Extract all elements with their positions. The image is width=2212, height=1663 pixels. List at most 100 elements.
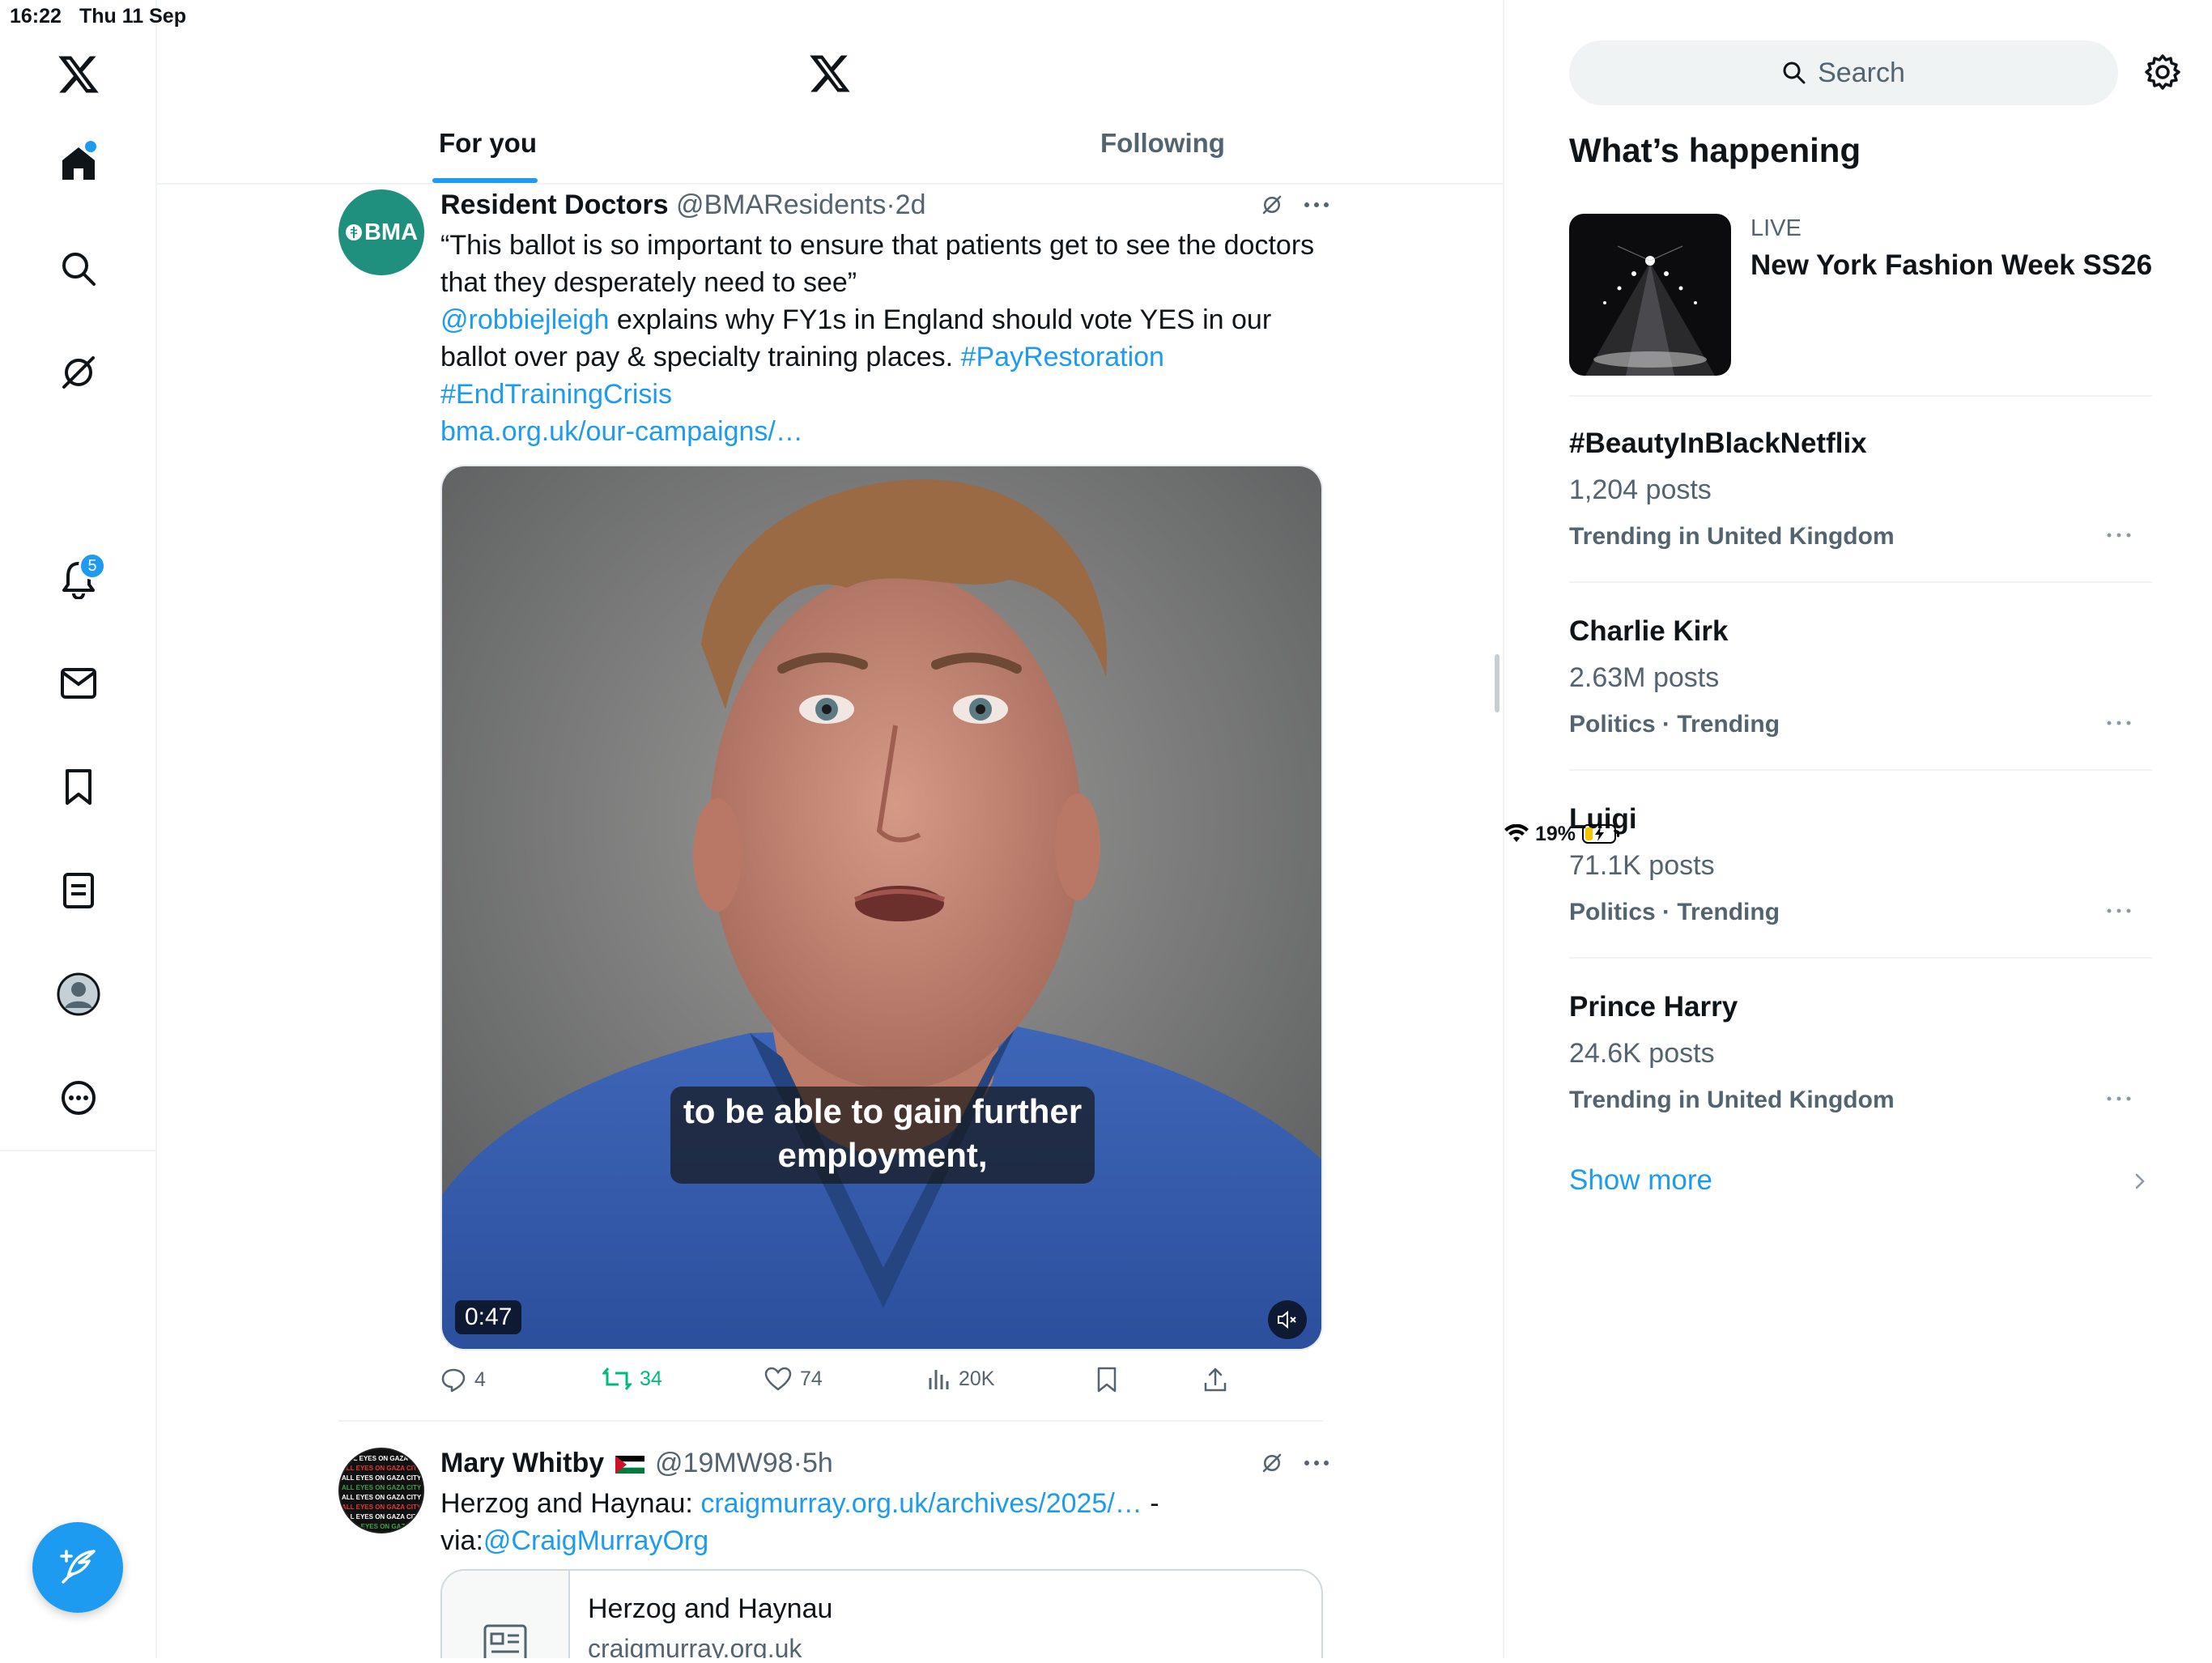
mention-link[interactable]: @robbiejleigh [440, 304, 609, 335]
split-view-handle[interactable] [1495, 654, 1499, 712]
repost-icon [602, 1367, 632, 1390]
tweet-time[interactable]: 2d [895, 189, 926, 220]
tweet-tools [1260, 193, 1329, 217]
video-duration: 0:47 [455, 1300, 522, 1334]
gaza-avatar-image: ALL EYES ON GAZA ALL EYES ON GAZA CITY A… [340, 1449, 423, 1532]
home-icon[interactable] [46, 131, 111, 196]
card-thumbnail [442, 1571, 570, 1658]
speaker-muted-icon [1278, 1310, 1296, 1329]
link-preview-card[interactable]: Herzog and Haynau craigmurray.org.uk [440, 1569, 1323, 1658]
messages-icon[interactable] [46, 651, 111, 716]
tweet-text: Herzog and Haynau: craigmurray.org.uk/ar… [440, 1485, 1315, 1559]
card-title: Herzog and Haynau [588, 1593, 833, 1624]
profile-avatar-icon[interactable] [46, 962, 111, 1027]
grok-icon[interactable] [46, 340, 111, 405]
share-button[interactable] [1203, 1367, 1227, 1393]
tweet-header: Resident Doctors @BMAResidents·2d [440, 189, 926, 221]
card-domain: craigmurray.org.uk [588, 1634, 802, 1658]
author-name[interactable]: Resident Doctors [440, 189, 669, 220]
views-button[interactable]: 20K [926, 1367, 994, 1391]
heart-icon [764, 1367, 792, 1391]
timeline: BMA Resident Doctors @BMAResidents·2d “T… [157, 0, 1504, 1658]
tweet-divider [338, 1420, 1323, 1422]
bookmarks-icon[interactable] [46, 755, 111, 819]
bma-logo-icon [345, 224, 362, 240]
like-button[interactable]: 74 [764, 1367, 823, 1391]
tab-for-you[interactable]: For you [439, 128, 537, 159]
svg-text:ALL EYES ON GAZA CITY: ALL EYES ON GAZA CITY [342, 1465, 422, 1472]
status-right: 19% [1504, 5, 2212, 1663]
svg-text:ALL EYES ON GAZA CITY: ALL EYES ON GAZA CITY [342, 1484, 422, 1491]
svg-text:ALL EYES ON GAZA CITY: ALL EYES ON GAZA CITY [342, 1513, 422, 1521]
grok-explain-icon[interactable] [1260, 1451, 1284, 1475]
bma-avatar-text: BMA [364, 219, 419, 245]
x-logo-icon[interactable] [46, 42, 111, 107]
compose-button[interactable] [32, 1522, 123, 1613]
tweet-tools [1260, 1451, 1329, 1475]
mute-button[interactable] [1268, 1300, 1307, 1339]
tweet-time[interactable]: 5h [802, 1448, 833, 1478]
status-bar: 16:22 Thu 11 Sep 19% [0, 0, 2212, 845]
grok-explain-icon[interactable] [1260, 193, 1284, 217]
svg-text:ALL EYES ON GAZA CITY: ALL EYES ON GAZA CITY [342, 1474, 422, 1482]
notifications-icon[interactable]: 5 [46, 547, 111, 612]
views-count: 20K [959, 1367, 995, 1390]
tweet-body: Herzog and Haynau: [440, 1488, 701, 1519]
tweet-actions: 4 34 74 20K [440, 1367, 1323, 1399]
svg-text:ALL EYES ON GAZA: ALL EYES ON GAZA [347, 1523, 410, 1530]
author-name[interactable]: Mary Whitby [440, 1448, 604, 1478]
mary-whitby-avatar[interactable]: ALL EYES ON GAZA ALL EYES ON GAZA CITY A… [338, 1448, 424, 1533]
compose-quill-icon [60, 1550, 96, 1584]
author-handle[interactable]: @BMAResidents [676, 189, 886, 220]
repost-button[interactable]: 34 [602, 1367, 662, 1391]
external-link[interactable]: bma.org.uk/our-campaigns/… [440, 416, 803, 447]
notifications-badge: 5 [79, 552, 106, 580]
bookmark-button[interactable] [1096, 1367, 1117, 1393]
video-frame-image [442, 466, 1321, 1349]
article-icon [483, 1624, 527, 1658]
search-icon[interactable] [46, 236, 111, 301]
status-date: Thu 11 Sep [79, 5, 186, 28]
tab-following[interactable]: Following [1100, 128, 1225, 159]
external-link[interactable]: craigmurray.org.uk/archives/2025/… [700, 1488, 1142, 1519]
mention-link[interactable]: @CraigMurrayOrg [483, 1525, 708, 1556]
hashtag-payrestoration[interactable]: #PayRestoration [961, 342, 1164, 372]
tweet-more-icon[interactable] [1304, 1460, 1329, 1466]
battery-percent: 19% [1535, 822, 1576, 845]
svg-text:ALL EYES ON GAZA: ALL EYES ON GAZA [345, 1455, 408, 1462]
repost-count: 34 [640, 1367, 662, 1390]
meta-dot: · [793, 1448, 802, 1478]
active-tab-indicator [432, 178, 538, 183]
via-label: via: [440, 1525, 483, 1556]
tweet-more-icon[interactable] [1304, 202, 1329, 208]
svg-text:ALL EYES ON GAZA CITY: ALL EYES ON GAZA CITY [342, 1494, 422, 1501]
hashtag-endtrainingcrisis[interactable]: #EndTrainingCrisis [440, 379, 672, 410]
meta-dot: · [886, 189, 895, 220]
home-unread-dot [83, 139, 98, 154]
svg-text:ALL EYES ON GAZA CITY: ALL EYES ON GAZA CITY [342, 1504, 422, 1511]
tweet-body-suffix: - [1142, 1488, 1159, 1519]
tweet-header: Mary Whitby @19MW98·5h [440, 1448, 833, 1479]
tweet-quote: “This ballot is so important to ensure t… [440, 230, 1315, 298]
battery-icon [1582, 823, 1621, 844]
tweet-video[interactable]: to be able to gain further employment, 0… [440, 465, 1323, 1350]
reply-icon [441, 1368, 466, 1393]
video-subtitle: to be able to gain further employment, [670, 1087, 1095, 1184]
like-count: 74 [800, 1367, 823, 1390]
bookmark-icon [1097, 1367, 1117, 1393]
lists-icon[interactable] [46, 858, 111, 923]
tweet-text: “This ballot is so important to ensure t… [440, 227, 1315, 450]
left-nav: 5 [0, 0, 157, 1658]
reply-count: 4 [474, 1367, 486, 1391]
bma-avatar[interactable]: BMA [338, 189, 424, 275]
wifi-icon [1504, 824, 1529, 844]
author-handle[interactable]: @19MW98 [655, 1448, 793, 1478]
status-time: 16:22 [10, 5, 62, 28]
x-header-logo-icon[interactable] [808, 53, 852, 94]
nav-divider [0, 1150, 157, 1151]
reply-button[interactable]: 4 [440, 1367, 486, 1393]
views-chart-icon [929, 1370, 949, 1389]
more-icon[interactable] [46, 1065, 111, 1130]
palestine-flag-icon [615, 1456, 644, 1474]
share-icon [1204, 1367, 1227, 1392]
